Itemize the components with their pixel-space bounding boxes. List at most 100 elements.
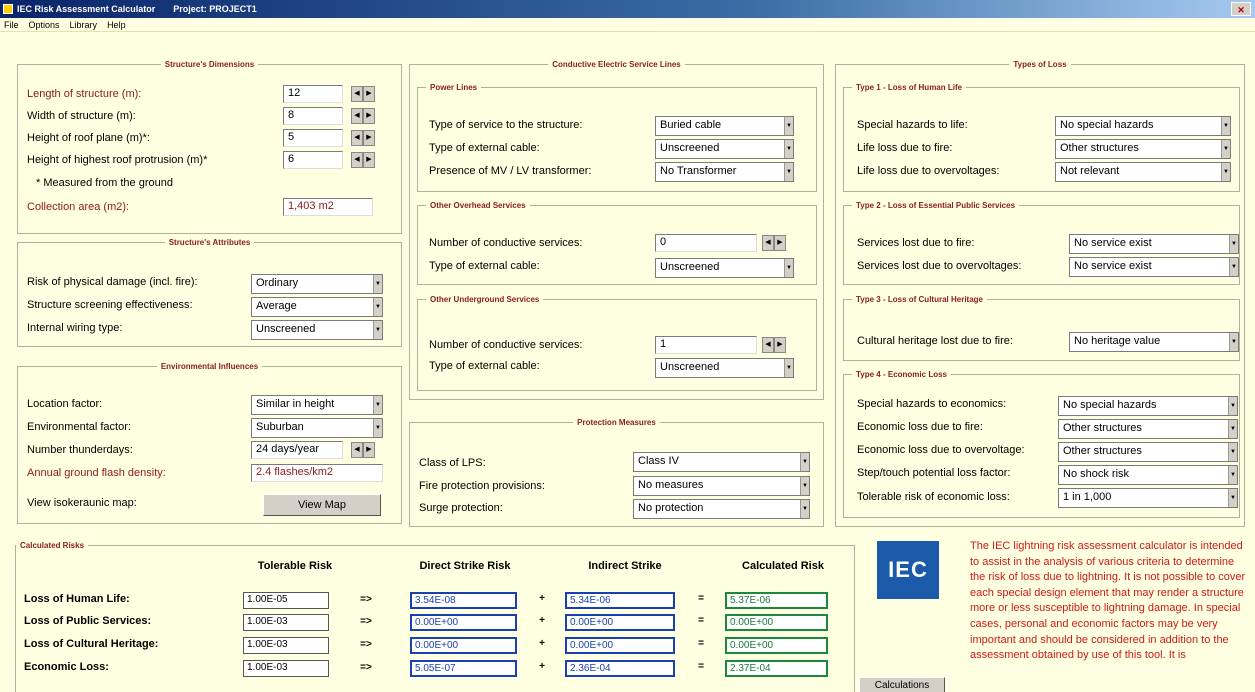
fire-protection-select[interactable]: No measures ▼ (633, 476, 810, 496)
surge-select[interactable]: No protection ▼ (633, 499, 810, 519)
service-type-select[interactable]: Buried cable ▼ (655, 116, 794, 136)
screening-select[interactable]: Average ▼ (251, 297, 383, 317)
spin-right-icon[interactable]: ▶ (363, 108, 375, 124)
dropdown-arrow-icon[interactable]: ▼ (800, 500, 809, 518)
length-input[interactable]: 12 (283, 85, 343, 103)
dropdown-arrow-icon[interactable]: ▼ (1228, 397, 1237, 415)
life-overvoltage-select[interactable]: Not relevant ▼ (1055, 162, 1231, 182)
protrusion-input[interactable]: 6 (283, 151, 343, 169)
risk-row-label: Loss of Human Life: (24, 593, 130, 605)
menu-file[interactable]: File (4, 20, 19, 30)
screening-value: Average (256, 300, 297, 312)
wiring-select[interactable]: Unscreened ▼ (251, 320, 383, 340)
plus-operator: + (539, 638, 545, 649)
transformer-select[interactable]: No Transformer ▼ (655, 162, 794, 182)
location-value: Similar in height (256, 398, 335, 410)
thunder-input[interactable]: 24 days/year (251, 441, 343, 459)
ug-count-input[interactable]: 1 (655, 336, 757, 354)
calculated-risk-value: 5.37E-06 (725, 592, 828, 609)
dropdown-arrow-icon[interactable]: ▼ (373, 275, 382, 293)
attributes-legend: Structure's Attributes (164, 238, 255, 247)
ug-count-spinner[interactable]: ◀ ▶ (762, 337, 786, 353)
risk-damage-select[interactable]: Ordinary ▼ (251, 274, 383, 294)
dropdown-arrow-icon[interactable]: ▼ (1221, 163, 1230, 181)
spin-left-icon[interactable]: ◀ (351, 86, 363, 102)
oh-count-spinner[interactable]: ◀ ▶ (762, 235, 786, 251)
dropdown-arrow-icon[interactable]: ▼ (1228, 466, 1237, 484)
height-spinner[interactable]: ◀ ▶ (351, 130, 375, 146)
econ-overvoltage-select[interactable]: Other structures ▼ (1058, 442, 1238, 462)
dropdown-arrow-icon[interactable]: ▼ (1221, 117, 1230, 135)
lps-select[interactable]: Class IV ▼ (633, 452, 810, 472)
ug-cable-select[interactable]: Unscreened ▼ (655, 358, 794, 378)
view-map-button[interactable]: View Map (263, 494, 381, 516)
dropdown-arrow-icon[interactable]: ▼ (784, 117, 793, 135)
step-touch-select[interactable]: No shock risk ▼ (1058, 465, 1238, 485)
dropdown-arrow-icon[interactable]: ▼ (800, 453, 809, 471)
spin-right-icon[interactable]: ▶ (363, 130, 375, 146)
dropdown-arrow-icon[interactable]: ▼ (373, 298, 382, 316)
thunder-spinner[interactable]: ◀ ▶ (351, 442, 375, 458)
dropdown-arrow-icon[interactable]: ▼ (784, 359, 793, 377)
protrusion-spinner[interactable]: ◀ ▶ (351, 152, 375, 168)
location-select[interactable]: Similar in height ▼ (251, 395, 383, 415)
dropdown-arrow-icon[interactable]: ▼ (1229, 235, 1238, 253)
dropdown-arrow-icon[interactable]: ▼ (1229, 258, 1238, 276)
dropdown-arrow-icon[interactable]: ▼ (800, 477, 809, 495)
risk-row-label: Economic Loss: (24, 661, 109, 673)
close-icon[interactable]: ✕ (1231, 2, 1251, 16)
length-spinner[interactable]: ◀ ▶ (351, 86, 375, 102)
menu-help[interactable]: Help (107, 20, 126, 30)
ext-cable-select[interactable]: Unscreened ▼ (655, 139, 794, 159)
spin-left-icon[interactable]: ◀ (351, 130, 363, 146)
dropdown-arrow-icon[interactable]: ▼ (1228, 443, 1237, 461)
dropdown-arrow-icon[interactable]: ▼ (1228, 420, 1237, 438)
menu-options[interactable]: Options (29, 20, 60, 30)
iec-logo: IEC (877, 541, 939, 599)
spin-left-icon[interactable]: ◀ (762, 235, 774, 251)
special-hazards-value: No special hazards (1060, 119, 1154, 131)
dropdown-arrow-icon[interactable]: ▼ (784, 259, 793, 277)
econ-special-select[interactable]: No special hazards ▼ (1058, 396, 1238, 416)
dropdown-arrow-icon[interactable]: ▼ (373, 396, 382, 414)
direct-risk-value: 5.05E-07 (410, 660, 517, 677)
env-factor-select[interactable]: Suburban ▼ (251, 418, 383, 438)
spin-left-icon[interactable]: ◀ (351, 108, 363, 124)
dropdown-arrow-icon[interactable]: ▼ (373, 321, 382, 339)
dropdown-arrow-icon[interactable]: ▼ (1229, 333, 1238, 351)
dropdown-arrow-icon[interactable]: ▼ (1228, 489, 1237, 507)
menu-library[interactable]: Library (70, 20, 98, 30)
spin-right-icon[interactable]: ▶ (363, 442, 375, 458)
dropdown-arrow-icon[interactable]: ▼ (784, 140, 793, 158)
lps-value: Class IV (638, 455, 679, 467)
width-input[interactable]: 8 (283, 107, 343, 125)
ug-cable-value: Unscreened (660, 361, 720, 373)
plus-operator: + (539, 593, 545, 604)
spin-right-icon[interactable]: ▶ (363, 152, 375, 168)
services-fire-select[interactable]: No service exist ▼ (1069, 234, 1239, 254)
dropdown-arrow-icon[interactable]: ▼ (1221, 140, 1230, 158)
life-fire-select[interactable]: Other structures ▼ (1055, 139, 1231, 159)
spin-right-icon[interactable]: ▶ (774, 337, 786, 353)
spin-left-icon[interactable]: ◀ (351, 152, 363, 168)
oh-cable-select[interactable]: Unscreened ▼ (655, 258, 794, 278)
indirect-risk-value: 5.34E-06 (565, 592, 675, 609)
calculations-button[interactable]: Calculations (859, 677, 945, 692)
heritage-select[interactable]: No heritage value ▼ (1069, 332, 1239, 352)
life-overvoltage-value: Not relevant (1060, 165, 1120, 177)
height-input[interactable]: 5 (283, 129, 343, 147)
spin-right-icon[interactable]: ▶ (774, 235, 786, 251)
spin-left-icon[interactable]: ◀ (762, 337, 774, 353)
location-label: Location factor: (27, 398, 103, 410)
econ-fire-select[interactable]: Other structures ▼ (1058, 419, 1238, 439)
risk-row-label: Loss of Public Services: (24, 615, 152, 627)
dropdown-arrow-icon[interactable]: ▼ (784, 163, 793, 181)
tolerable-econ-select[interactable]: 1 in 1,000 ▼ (1058, 488, 1238, 508)
width-spinner[interactable]: ◀ ▶ (351, 108, 375, 124)
oh-count-input[interactable]: 0 (655, 234, 757, 252)
spin-right-icon[interactable]: ▶ (363, 86, 375, 102)
dropdown-arrow-icon[interactable]: ▼ (373, 419, 382, 437)
spin-left-icon[interactable]: ◀ (351, 442, 363, 458)
services-overvoltage-select[interactable]: No service exist ▼ (1069, 257, 1239, 277)
special-hazards-select[interactable]: No special hazards ▼ (1055, 116, 1231, 136)
